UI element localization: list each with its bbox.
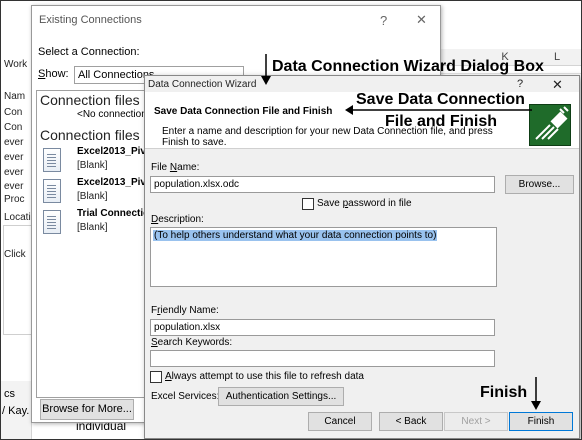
file-name-input[interactable]: population.xlsx.odc (150, 176, 495, 193)
description-text: (To help others understand what your dat… (153, 230, 438, 241)
browse-more-label: Browse for More... (42, 403, 132, 415)
wizard-title: Data Connection Wizard (148, 79, 257, 90)
click-label: Click (4, 249, 26, 260)
location-label: Locati (4, 212, 31, 223)
friendly-name-label: Friendly Name: (151, 305, 219, 316)
panel-text: ever (4, 181, 24, 192)
description-textarea[interactable]: (To help others understand what your dat… (150, 227, 497, 287)
connection-file-icon (43, 179, 61, 203)
excel-services-label: Excel Services: (151, 391, 220, 402)
bottom-kay: / Kay. (2, 405, 30, 417)
wizard-heading: Save Data Connection File and Finish (154, 106, 333, 117)
connection-name: Excel2013_Pivo (77, 177, 153, 188)
browse-button[interactable]: Browse... (505, 175, 574, 194)
save-password-checkbox[interactable] (302, 198, 314, 210)
browse-more-button[interactable]: Browse for More... (40, 399, 134, 420)
plug-icon (535, 106, 569, 140)
wizard-graphic-icon (529, 104, 571, 146)
annotation-finish: Finish (480, 384, 528, 401)
annotation-arrow-down (261, 54, 271, 85)
file-name-label: File Name: (151, 162, 200, 173)
auth-settings-label: Authentication Settings... (225, 391, 337, 402)
connection-description: [Blank] (77, 222, 108, 233)
search-keywords-label: Search Keywords: (151, 337, 233, 348)
location-box (3, 225, 32, 335)
bottom-cs: cs (4, 388, 15, 400)
cancel-label: Cancel (324, 416, 356, 427)
help-icon[interactable]: ? (517, 78, 523, 90)
select-connection-label: Select a Connection: (38, 46, 140, 58)
next-label: Next > (461, 416, 491, 427)
finish-button[interactable]: Finish (509, 412, 573, 431)
authentication-settings-button[interactable]: Authentication Settings... (218, 387, 344, 406)
screenshot-frame: K L Work Nam Con Con ever ever ever ever… (0, 0, 582, 440)
panel-text: Proc (4, 194, 25, 205)
panel-text: ever (4, 137, 24, 148)
back-button[interactable]: < Back (379, 412, 443, 431)
back-label: < Back (395, 416, 427, 427)
connection-description: [Blank] (77, 160, 108, 171)
help-icon[interactable]: ? (380, 13, 387, 28)
search-keywords-input[interactable] (150, 350, 495, 367)
panel-text: Nam (4, 91, 26, 102)
panel-text: Con (4, 122, 23, 133)
browse-button-label: Browse... (518, 179, 561, 190)
annotation-arrow-finish (531, 377, 541, 410)
dialog-title: Existing Connections (39, 14, 142, 26)
next-button[interactable]: Next > (444, 412, 508, 431)
finish-label: Finish (527, 416, 555, 427)
section-header-computer: Connection files o (40, 127, 152, 143)
close-icon[interactable]: ✕ (552, 77, 563, 93)
panel-text: ever (4, 152, 24, 163)
always-attempt-checkbox[interactable] (150, 371, 162, 383)
panel-text: ever (4, 167, 24, 178)
cancel-button[interactable]: Cancel (308, 412, 372, 431)
annotation-wizard-box: Data Connection Wizard Dialog Box (272, 58, 544, 75)
no-connections-text: <No connection (77, 109, 147, 120)
save-password-label: Save password in file (317, 198, 412, 209)
connection-file-icon (43, 210, 61, 234)
show-label: Show: (38, 68, 69, 80)
always-attempt-label: Always attempt to use this file to refre… (165, 371, 364, 382)
panel-text: Con (4, 107, 23, 118)
close-icon[interactable]: ✕ (416, 12, 427, 28)
annotation-arrow-left (345, 105, 532, 115)
description-label: Description: (151, 214, 204, 225)
panel-text: Work (4, 59, 28, 70)
section-header-network: Connection files on (40, 92, 160, 108)
connection-description: [Blank] (77, 191, 108, 202)
friendly-name-input[interactable]: population.xlsx (150, 319, 495, 336)
connection-file-icon (43, 148, 61, 172)
